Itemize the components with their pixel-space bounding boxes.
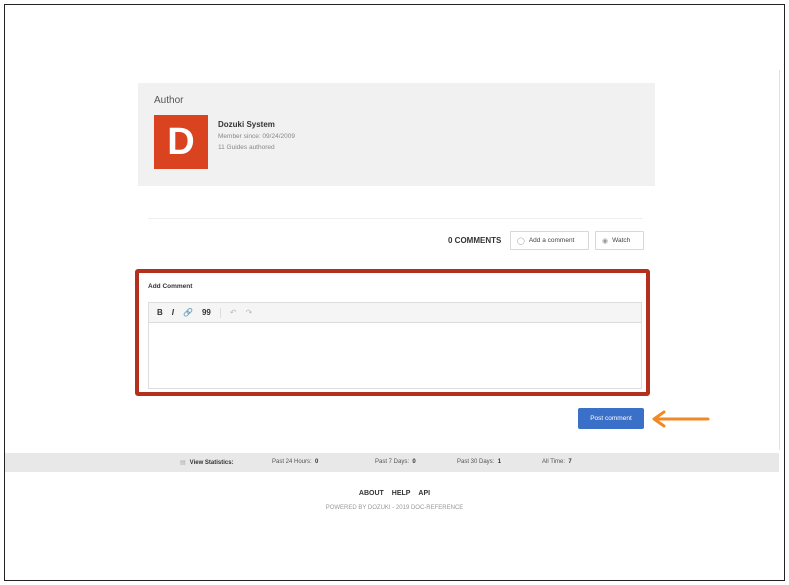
redo-icon[interactable]: ↷ [246, 308, 253, 317]
footer-about-link[interactable]: ABOUT [359, 490, 384, 497]
stat-value: 7 [568, 459, 572, 465]
quote-button[interactable]: 99 [202, 308, 211, 317]
add-comment-label: Add a comment [528, 237, 575, 244]
stat-past-24-hours: Past 24 Hours: 0 [272, 459, 318, 465]
editor-toolbar: B I 🔗 99 ↶ ↷ [149, 303, 641, 323]
stat-all-time: All Time: 7 [542, 459, 572, 465]
stat-value: 0 [315, 459, 319, 465]
comments-count: 0 COMMENTS [448, 236, 502, 245]
member-since: Member since: 09/24/2009 [218, 133, 295, 140]
stat-past-30-days: Past 30 Days: 1 [457, 459, 501, 465]
bar-chart-icon: ▤ [180, 460, 186, 466]
speech-bubble-icon: ◯ [517, 237, 525, 245]
view-statistics-label: View Statistics: [189, 460, 234, 466]
stat-label: Past 30 Days: [457, 459, 495, 465]
comment-editor[interactable]: B I 🔗 99 ↶ ↷ [148, 302, 642, 389]
footer-help-link[interactable]: HELP [392, 490, 411, 497]
watch-label: Watch [612, 237, 631, 244]
undo-icon[interactable]: ↶ [230, 308, 237, 317]
powered-by: POWERED BY DOZUKI - 2019 DOC-REFERENCE [325, 505, 464, 511]
author-card: Author D Dozuki System Member since: 09/… [138, 83, 655, 186]
italic-button[interactable]: I [172, 308, 174, 317]
link-icon[interactable]: 🔗 [183, 308, 193, 317]
author-name[interactable]: Dozuki System [218, 120, 275, 129]
view-statistics-link[interactable]: ▤ View Statistics: [180, 459, 234, 466]
stat-label: All Time: [542, 459, 566, 465]
guides-authored: 11 Guides authored [218, 144, 275, 151]
comment-textarea[interactable] [149, 323, 641, 389]
toolbar-separator [219, 307, 221, 318]
eye-icon: ◉ [602, 237, 609, 245]
add-comment-button[interactable]: ◯ Add a comment [510, 231, 589, 250]
view-statistics-bar: ▤ View Statistics: Past 24 Hours: 0 Past … [5, 453, 779, 472]
post-comment-button[interactable]: Post comment [578, 408, 644, 429]
footer-links: ABOUT HELP API [0, 490, 789, 497]
bold-button[interactable]: B [157, 308, 163, 317]
stat-value: 1 [497, 459, 502, 465]
scroll-divider [779, 70, 780, 450]
stat-label: Past 24 Hours: [272, 459, 312, 465]
add-comment-heading: Add Comment [148, 283, 193, 290]
stat-value: 0 [412, 459, 416, 465]
author-avatar[interactable]: D [154, 115, 208, 169]
footer-api-link[interactable]: API [418, 490, 430, 497]
stat-past-7-days: Past 7 Days: 0 [375, 459, 416, 465]
watch-button[interactable]: ◉ Watch [595, 231, 644, 250]
section-divider [148, 218, 643, 219]
arrow-annotation-icon [652, 410, 710, 428]
stat-label: Past 7 Days: [375, 459, 410, 465]
author-heading: Author [154, 95, 184, 106]
